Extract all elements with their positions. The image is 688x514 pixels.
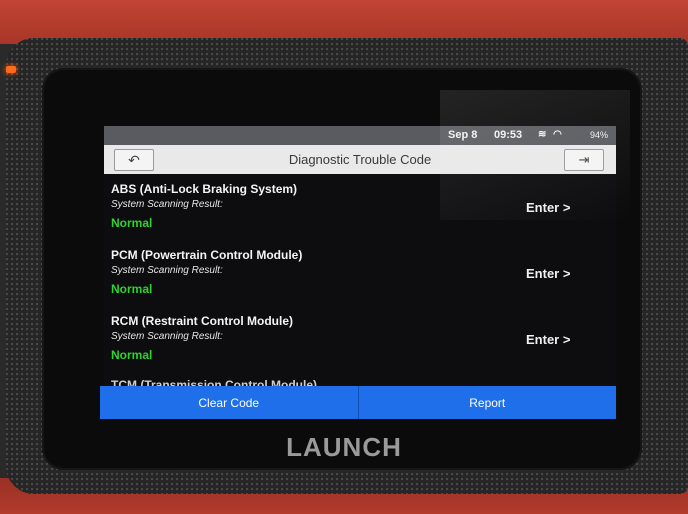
scan-result-status: Normal — [111, 348, 153, 362]
title-bar: ↶ Diagnostic Trouble Code ⇥ — [104, 145, 616, 174]
module-item-rcm: RCM (Restraint Control Module) System Sc… — [111, 314, 611, 378]
scan-result-label: System Scanning Result: — [111, 199, 223, 210]
battery-level: 94% — [590, 130, 609, 140]
module-name: PCM (Powertrain Control Module) — [111, 248, 303, 262]
exit-icon[interactable]: ⇥ — [564, 149, 604, 171]
scan-result-label: System Scanning Result: — [111, 331, 223, 342]
power-led — [6, 66, 16, 73]
enter-button-abs[interactable]: Enter > — [526, 200, 570, 215]
enter-button-rcm[interactable]: Enter > — [526, 332, 570, 347]
action-bar: Clear Code Report — [100, 386, 616, 419]
module-name: RCM (Restraint Control Module) — [111, 314, 293, 328]
scan-result-status: Normal — [111, 216, 153, 230]
enter-button-pcm[interactable]: Enter > — [526, 266, 570, 281]
scan-result-status: Normal — [111, 282, 153, 296]
wifi-icon: ≋ ◠ — [538, 129, 564, 140]
status-time: 09:53 — [494, 129, 523, 141]
app-screen: Sep 8 09:53 ≋ ◠ 94% ↶ Diagnostic Trouble… — [104, 126, 616, 418]
status-bar: Sep 8 09:53 ≋ ◠ 94% — [104, 126, 616, 145]
report-button[interactable]: Report — [359, 386, 617, 419]
brand-logo: LAUNCH — [286, 432, 402, 462]
page-title: Diagnostic Trouble Code — [288, 152, 432, 167]
clear-code-button[interactable]: Clear Code — [100, 386, 358, 419]
module-item-abs: ABS (Anti-Lock Braking System) System Sc… — [111, 182, 611, 246]
module-name: ABS (Anti-Lock Braking System) — [111, 182, 298, 196]
scan-result-label: System Scanning Result: — [111, 265, 223, 276]
status-date: Sep 8 — [448, 129, 478, 141]
module-item-pcm: PCM (Powertrain Control Module) System S… — [111, 248, 611, 312]
